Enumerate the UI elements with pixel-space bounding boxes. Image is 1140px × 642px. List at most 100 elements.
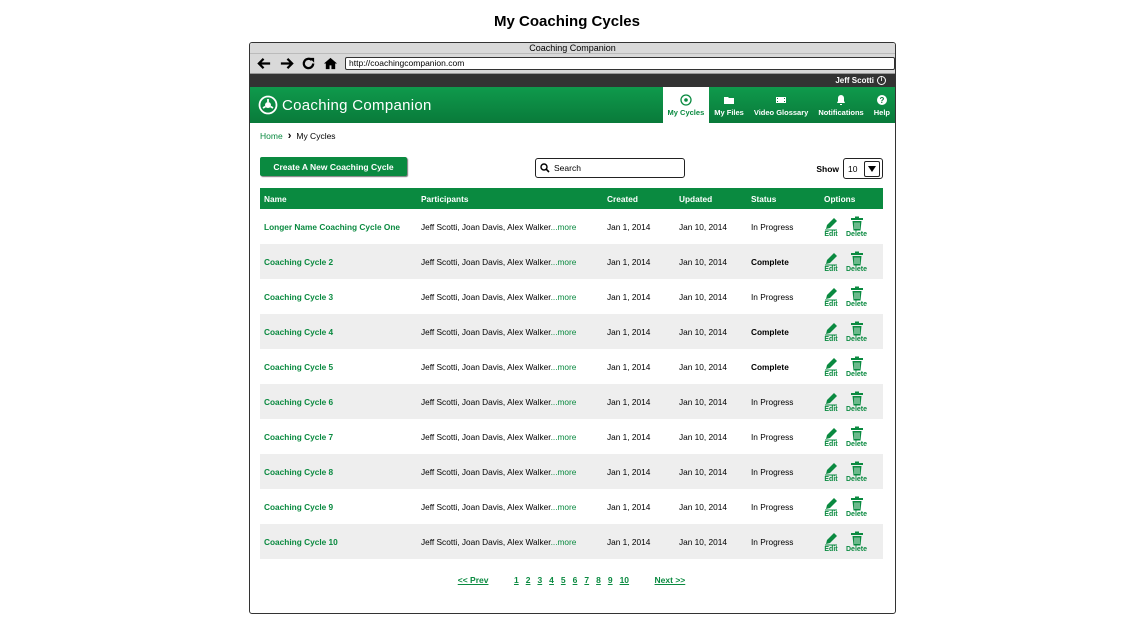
more-link[interactable]: ...more: [551, 362, 577, 372]
edit-button[interactable]: Edit: [824, 531, 838, 553]
delete-button[interactable]: Delete: [846, 461, 867, 483]
cycle-name-link[interactable]: Coaching Cycle 7: [264, 432, 333, 442]
page-link[interactable]: 3: [537, 575, 542, 585]
table-row: Coaching Cycle 7 Jeff Scotti, Joan Davis,…: [260, 419, 883, 454]
nav-label: My Cycles: [667, 107, 705, 117]
column-header[interactable]: Status: [747, 188, 820, 209]
cycle-name-link[interactable]: Coaching Cycle 9: [264, 502, 333, 512]
more-link[interactable]: ...more: [551, 397, 577, 407]
created-date: Jan 1, 2014: [607, 326, 651, 337]
edit-button[interactable]: Edit: [824, 391, 838, 413]
status-text: In Progress: [751, 466, 794, 477]
column-header: Options: [824, 193, 856, 204]
delete-button[interactable]: Delete: [846, 426, 867, 448]
pencil-icon: [825, 357, 837, 370]
refresh-icon[interactable]: [297, 55, 319, 73]
page-link[interactable]: 7: [584, 575, 589, 585]
cycle-name-link[interactable]: Coaching Cycle 5: [264, 362, 333, 372]
delete-button[interactable]: Delete: [846, 496, 867, 518]
home-icon[interactable]: [319, 55, 341, 73]
url-bar[interactable]: http://coachingcompanion.com: [345, 57, 895, 70]
page-link[interactable]: 10: [620, 575, 629, 585]
pencil-icon: [825, 217, 837, 230]
nav-my-files[interactable]: My Files: [709, 87, 749, 123]
delete-button[interactable]: Delete: [846, 391, 867, 413]
breadcrumb-home[interactable]: Home: [260, 131, 283, 141]
more-link[interactable]: ...more: [551, 257, 577, 267]
page-link[interactable]: 4: [549, 575, 554, 585]
trash-icon: [850, 496, 863, 510]
chevron-down-icon[interactable]: [864, 160, 880, 177]
more-link[interactable]: ...more: [551, 432, 577, 442]
edit-button[interactable]: Edit: [824, 286, 838, 308]
more-link[interactable]: ...more: [551, 222, 577, 232]
delete-label: Delete: [846, 545, 868, 553]
column-header[interactable]: Name: [260, 188, 417, 209]
edit-button[interactable]: Edit: [824, 321, 838, 343]
show-select[interactable]: 10: [843, 158, 883, 179]
participants-text: Jeff Scotti, Joan Davis, Alex Walker: [421, 501, 551, 512]
edit-button[interactable]: Edit: [824, 356, 838, 378]
column-header[interactable]: Participants: [417, 188, 603, 209]
svg-text:?: ?: [879, 96, 884, 105]
edit-button[interactable]: Edit: [824, 216, 838, 238]
delete-button[interactable]: Delete: [846, 531, 867, 553]
edit-button[interactable]: Edit: [824, 251, 838, 273]
show-control: Show 10: [816, 158, 883, 179]
show-value: 10: [848, 163, 858, 174]
page-link[interactable]: 9: [608, 575, 613, 585]
more-link[interactable]: ...more: [551, 467, 577, 477]
page-link[interactable]: 1: [514, 575, 519, 585]
page-link[interactable]: 5: [561, 575, 566, 585]
pagination-next[interactable]: Next >>: [655, 575, 686, 585]
nav-notifications[interactable]: Notifications: [813, 87, 868, 123]
cycle-name-link[interactable]: Coaching Cycle 10: [264, 537, 338, 547]
edit-label: Edit: [824, 475, 838, 483]
page-link[interactable]: 2: [526, 575, 531, 585]
create-cycle-button[interactable]: Create A New Coaching Cycle: [260, 157, 407, 176]
more-link[interactable]: ...more: [551, 292, 577, 302]
forward-arrow-icon[interactable]: [275, 55, 297, 73]
user-info-icon[interactable]: i: [877, 76, 886, 85]
more-link[interactable]: ...more: [551, 537, 577, 547]
user-name[interactable]: Jeff Scotti: [835, 74, 874, 87]
column-header[interactable]: Updated: [675, 188, 747, 209]
page-link[interactable]: 6: [573, 575, 578, 585]
back-arrow-icon[interactable]: [253, 55, 275, 73]
chevron-right-icon: ›: [287, 130, 292, 142]
cycle-name-link[interactable]: Coaching Cycle 2: [264, 257, 333, 267]
more-link[interactable]: ...more: [551, 502, 577, 512]
delete-button[interactable]: Delete: [846, 216, 867, 238]
pencil-icon: [825, 532, 837, 545]
created-date: Jan 1, 2014: [607, 291, 651, 302]
more-link[interactable]: ...more: [551, 327, 577, 337]
cycle-name-link[interactable]: Coaching Cycle 8: [264, 467, 333, 477]
pencil-icon: [825, 462, 837, 475]
nav-help[interactable]: ? Help: [869, 87, 895, 123]
film-icon: [776, 96, 787, 103]
edit-button[interactable]: Edit: [824, 426, 838, 448]
created-date: Jan 1, 2014: [607, 536, 651, 547]
table-row: Longer Name Coaching Cycle One Jeff Scott…: [260, 209, 883, 244]
edit-button[interactable]: Edit: [824, 496, 838, 518]
edit-label: Edit: [824, 510, 838, 518]
page-link[interactable]: 8: [596, 575, 601, 585]
column-header[interactable]: Created: [603, 188, 675, 209]
table-row: Coaching Cycle 6 Jeff Scotti, Joan Davis,…: [260, 384, 883, 419]
delete-button[interactable]: Delete: [846, 286, 867, 308]
delete-button[interactable]: Delete: [846, 356, 867, 378]
delete-button[interactable]: Delete: [846, 251, 867, 273]
delete-button[interactable]: Delete: [846, 321, 867, 343]
row-options: Edit Delete: [824, 461, 883, 483]
cycle-name-link[interactable]: Coaching Cycle 3: [264, 292, 333, 302]
cycle-name-link[interactable]: Longer Name Coaching Cycle One: [264, 222, 400, 232]
edit-button[interactable]: Edit: [824, 461, 838, 483]
cycle-name-link[interactable]: Coaching Cycle 6: [264, 397, 333, 407]
app-logo[interactable]: Coaching Companion: [258, 95, 432, 115]
search-input[interactable]: Search: [535, 158, 685, 178]
table-header-row: Name Participants Created Updated Status…: [260, 188, 883, 209]
pagination-prev[interactable]: << Prev: [458, 575, 489, 585]
nav-video-glossary[interactable]: Video Glossary: [749, 87, 813, 123]
nav-my-cycles[interactable]: My Cycles: [662, 87, 710, 123]
cycle-name-link[interactable]: Coaching Cycle 4: [264, 327, 333, 337]
